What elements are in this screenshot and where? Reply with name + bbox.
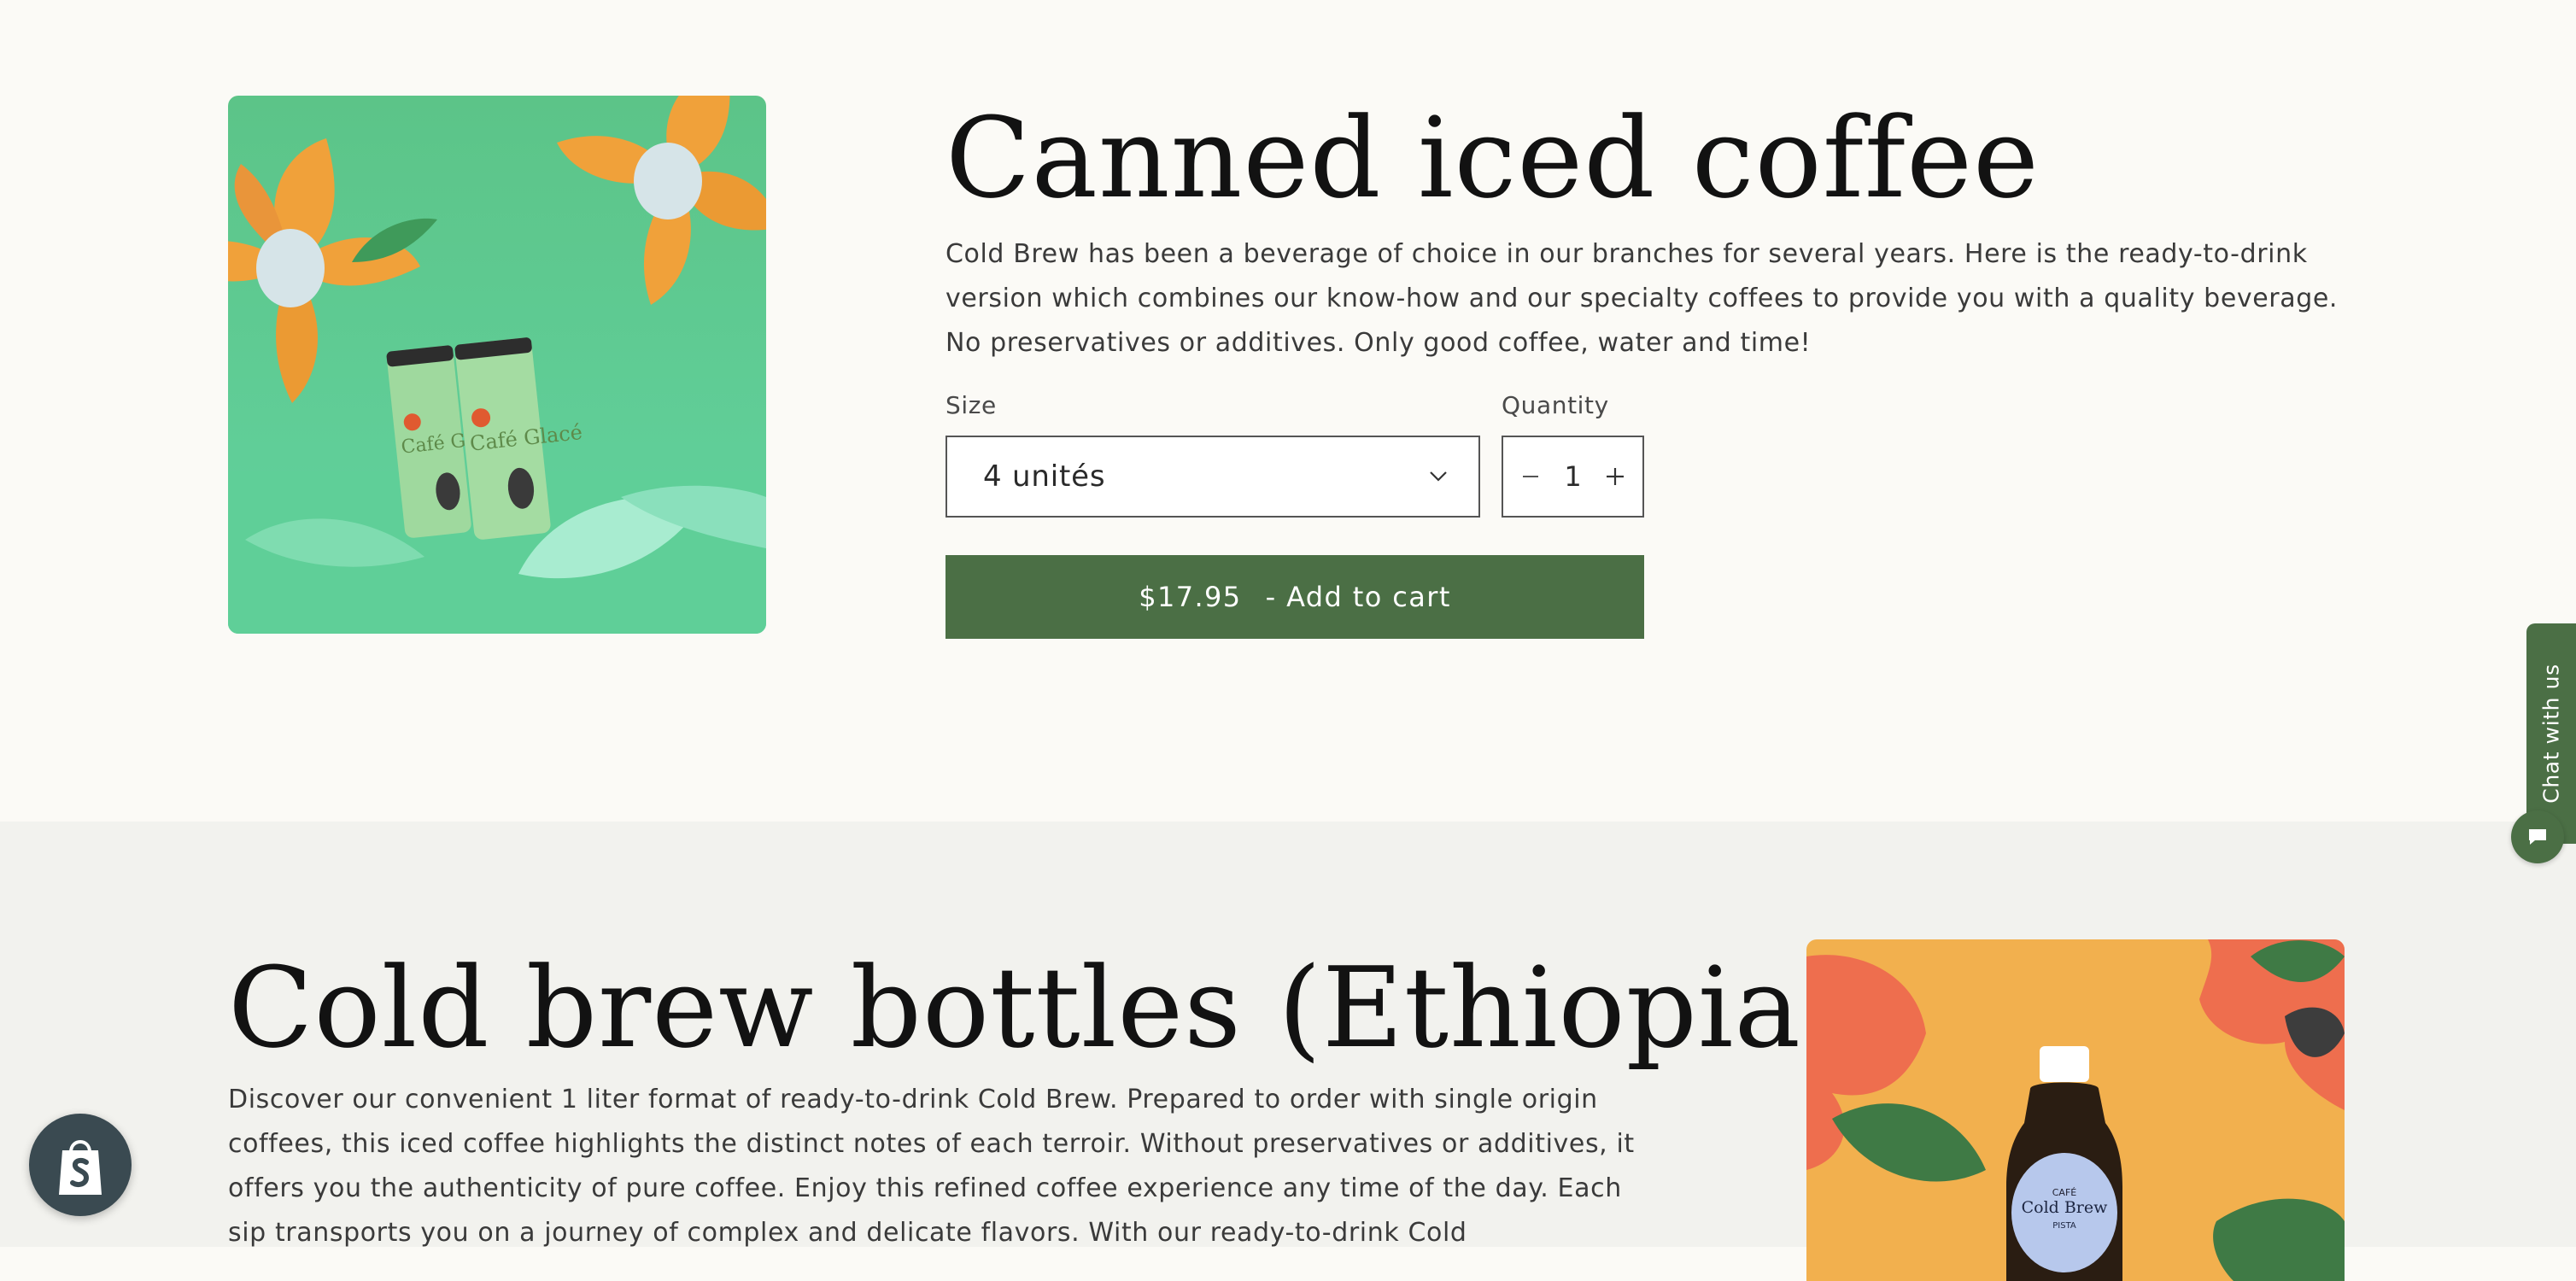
chat-icon (2529, 829, 2546, 845)
add-to-cart-label: - Add to cart (1265, 581, 1451, 613)
product-title-2: Cold brew bottles (Ethiopia) (228, 943, 1846, 1073)
minus-icon (1523, 476, 1538, 477)
product-description: Cold Brew has been a beverage of choice … (946, 239, 2339, 358)
cold-brew-bottle-illustration: CAFÉ Cold Brew PISTA (1806, 939, 2345, 1281)
quantity-increase-button[interactable] (1600, 461, 1630, 492)
canned-coffee-illustration: Café Glacé Café Glacé (228, 96, 766, 634)
add-to-cart-button[interactable]: $17.95 - Add to cart (946, 555, 1644, 639)
product-description-2: Discover our convenient 1 liter format o… (228, 1085, 1635, 1248)
shopify-bag-icon (59, 1140, 102, 1195)
product-image-cold-brew-bottle[interactable]: CAFÉ Cold Brew PISTA (1806, 939, 2345, 1281)
bottle-label-small: CAFÉ (2052, 1187, 2077, 1198)
product-title: Canned iced coffee (946, 93, 2040, 223)
size-select[interactable]: 4 unités (946, 436, 1480, 518)
chevron-down-icon (1430, 471, 1447, 482)
size-label: Size (946, 391, 997, 419)
quantity-stepper[interactable]: 1 (1502, 436, 1644, 518)
bottle-label-brand: PISTA (2052, 1221, 2076, 1231)
shopify-badge-button[interactable] (29, 1114, 132, 1216)
product-price: $17.95 (1139, 581, 1242, 613)
chat-launcher-button[interactable] (2511, 810, 2564, 863)
quantity-input[interactable]: 1 (1556, 460, 1590, 493)
quantity-decrease-button[interactable] (1515, 461, 1546, 492)
chat-tab-label: Chat with us (2538, 664, 2564, 804)
plus-icon (1607, 468, 1624, 485)
bottle-label-text: Cold Brew (2022, 1198, 2109, 1217)
size-selected-value: 4 unités (983, 459, 1106, 494)
product-image-canned-coffee[interactable]: Café Glacé Café Glacé (228, 96, 766, 634)
quantity-label: Quantity (1502, 391, 1609, 419)
